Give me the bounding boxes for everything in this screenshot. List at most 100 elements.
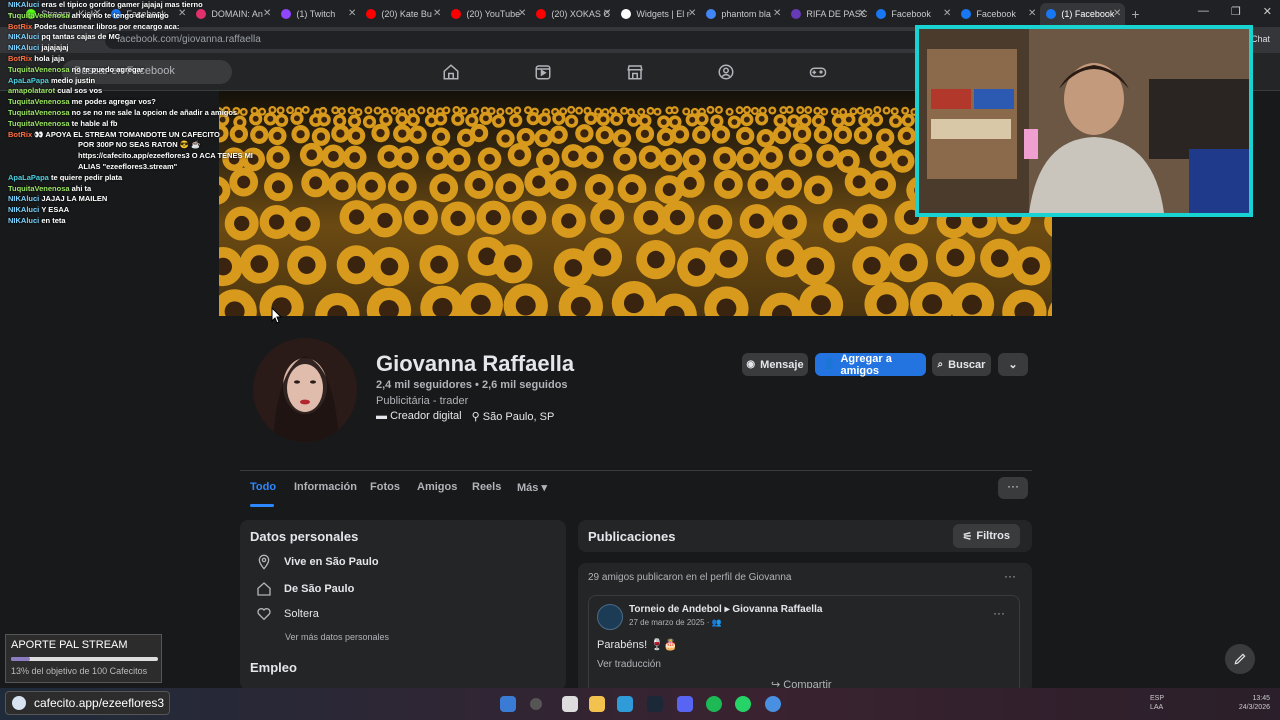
file-explorer-icon[interactable] (589, 696, 605, 712)
post-more-icon[interactable]: ··· (993, 606, 1005, 620)
browser-tab[interactable]: Facebook ✕ (955, 3, 1040, 25)
browser-tab[interactable]: phantom bla ✕ (700, 3, 785, 25)
tab-amigos[interactable]: Amigos (417, 481, 457, 493)
posts-title: Publicaciones (588, 529, 676, 544)
sunflower-center (815, 118, 822, 124)
chat-username[interactable]: TuquitaVenenosa (8, 97, 70, 106)
chat-username[interactable]: NIKAluci (8, 32, 39, 41)
tab-favicon-icon (791, 8, 802, 19)
chat-username[interactable]: ApaLaPapa (8, 76, 49, 85)
start-menu-icon[interactable] (500, 696, 516, 712)
restore-icon[interactable]: ❐ (1231, 5, 1241, 18)
profile-followers-stats[interactable]: 2,4 mil seguidores • 2,6 mil seguidos (376, 379, 568, 391)
profile-dropdown-button[interactable]: ⌄ (998, 353, 1028, 376)
browser-tab[interactable]: (20) Kate Bu ✕ (360, 3, 445, 25)
app-icon[interactable] (765, 696, 781, 712)
sunflower-center (468, 117, 475, 124)
sunflower-center (743, 116, 750, 123)
chat-username[interactable]: TuquitaVenenosa (8, 65, 70, 74)
sunflower-center (672, 108, 677, 112)
marketplace-icon[interactable] (626, 63, 644, 81)
from-text: De São Paulo (284, 583, 355, 595)
tab-close-icon[interactable]: ✕ (1028, 8, 1036, 19)
chat-username[interactable]: TuquitaVenenosa (8, 11, 70, 20)
add-friend-button[interactable]: 👤 Agregar a amigos (815, 353, 926, 377)
chat-username[interactable]: NIKAluci (8, 205, 39, 214)
tab-todo[interactable]: Todo (250, 481, 276, 493)
chrome-icon[interactable] (617, 696, 633, 712)
browser-tab[interactable]: (1) Twitch ✕ (275, 3, 360, 25)
sunflower-center (478, 247, 496, 266)
chat-username[interactable]: TuquitaVenenosa (8, 108, 70, 117)
chat-username[interactable]: BotRix (8, 22, 32, 31)
profile-avatar[interactable] (249, 334, 361, 446)
task-view-icon[interactable] (562, 696, 578, 712)
system-clock[interactable]: 13:45 24/3/2026 (1239, 694, 1270, 712)
chat-username[interactable]: TuquitaVenenosa (8, 119, 70, 128)
gaming-icon[interactable] (809, 63, 827, 81)
sunflower-center (585, 108, 590, 113)
more-options-button[interactable]: ··· (998, 477, 1028, 499)
browser-tab[interactable]: (20) XOKAS C ✕ (530, 3, 615, 25)
browser-tab[interactable]: Facebook ✕ (870, 3, 955, 25)
tab-fotos[interactable]: Fotos (370, 481, 400, 493)
chat-message: NIKAluci eras el tipico gordito gamer ja… (0, 0, 262, 11)
card-more-icon[interactable]: ··· (1004, 569, 1016, 583)
post-author[interactable]: Torneio de Andebol (629, 604, 722, 615)
info-from: De São Paulo (256, 581, 354, 597)
chat-username[interactable]: TuquitaVenenosa (8, 184, 70, 193)
browser-tab[interactable]: RIFA DE PASC ✕ (785, 3, 870, 25)
tab-close-icon[interactable]: ✕ (518, 8, 526, 19)
search-profile-button[interactable]: ⌕ Buscar (932, 353, 991, 376)
tab-close-icon[interactable]: ✕ (433, 8, 441, 19)
browser-tab[interactable]: Widgets | El r ✕ (615, 3, 700, 25)
home-icon[interactable] (442, 63, 460, 81)
browser-tab[interactable]: (20) YouTube ✕ (445, 3, 530, 25)
chat-message: ALIAS "ezeeflores3.stream" (0, 162, 262, 173)
see-more-personal-link[interactable]: Ver más datos personales (285, 632, 389, 642)
chat-username[interactable]: NIKAluci (8, 194, 39, 203)
chat-username[interactable]: NIKAluci (8, 216, 39, 225)
groups-icon[interactable] (717, 63, 735, 81)
new-message-button[interactable] (1225, 644, 1255, 674)
message-button[interactable]: ◉ Mensaje (742, 353, 808, 376)
post-date[interactable]: 27 de marzo de 2025 · 👥 (629, 618, 722, 627)
tab-mas[interactable]: Más ▾ (517, 481, 547, 494)
steam-icon[interactable] (647, 696, 663, 712)
tab-close-icon[interactable]: ✕ (603, 8, 611, 19)
see-translation-link[interactable]: Ver traducción (597, 659, 661, 670)
chat-username[interactable]: ApaLaPapa (8, 173, 49, 182)
tab-close-icon[interactable]: ✕ (773, 8, 781, 19)
video-icon[interactable] (534, 63, 552, 81)
post-author-avatar[interactable] (597, 604, 623, 630)
spotify-icon[interactable] (706, 696, 722, 712)
tab-close-icon[interactable]: ✕ (263, 8, 271, 19)
language-indicator[interactable]: ESP LAA (1150, 694, 1164, 712)
chat-username[interactable]: NIKAluci (8, 43, 39, 52)
search-taskbar-icon[interactable] (530, 698, 542, 710)
filters-button[interactable]: ⚟ Filtros (952, 524, 1020, 548)
sunflower-center (306, 149, 318, 161)
whatsapp-icon[interactable] (735, 696, 751, 712)
coffee-cup-icon (12, 696, 26, 710)
tab-close-icon[interactable]: ✕ (348, 8, 356, 19)
tab-informacion[interactable]: Información (294, 481, 357, 493)
new-tab-button[interactable]: + (1131, 6, 1139, 22)
sunflower-center (790, 118, 797, 124)
close-window-icon[interactable]: ✕ (1263, 5, 1272, 18)
minimize-icon[interactable]: — (1198, 5, 1209, 18)
tab-close-icon[interactable]: ✕ (943, 8, 951, 19)
chat-username[interactable]: NIKAluci (8, 0, 39, 9)
chat-username[interactable]: amapolatarot (8, 86, 55, 95)
post-target[interactable]: Giovanna Raffaella (732, 604, 822, 615)
browser-tab[interactable]: (1) Facebook ✕ (1040, 2, 1126, 25)
tab-close-icon[interactable]: ✕ (858, 8, 866, 19)
sunflower-center (745, 108, 749, 112)
chat-username[interactable]: BotRix (8, 130, 32, 139)
discord-icon[interactable] (677, 696, 693, 712)
sunflower-center (845, 116, 852, 123)
tab-reels[interactable]: Reels (472, 481, 501, 493)
tab-close-icon[interactable]: ✕ (1113, 8, 1121, 19)
chat-username[interactable]: BotRix (8, 54, 32, 63)
tab-close-icon[interactable]: ✕ (688, 8, 696, 19)
